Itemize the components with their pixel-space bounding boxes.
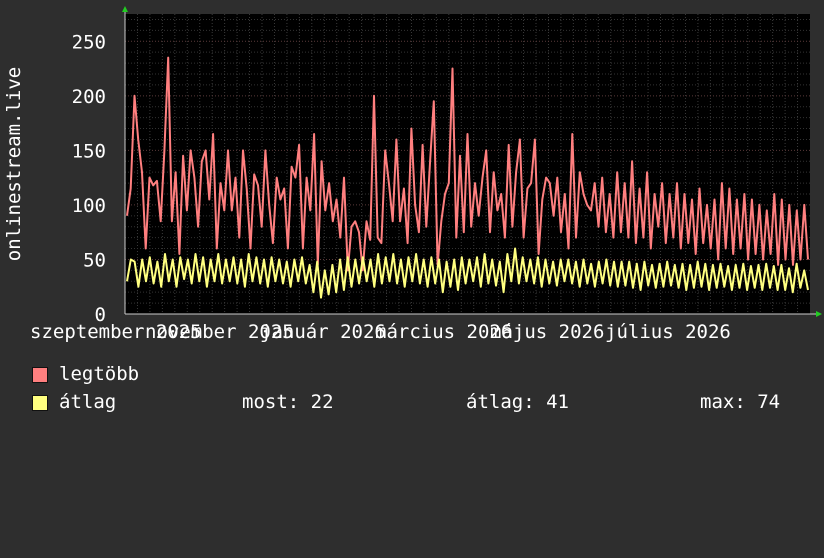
legend-label-max: legtöbb	[59, 363, 140, 385]
y-tick-label: 200	[72, 86, 106, 108]
y-axis-title: onlinestream.live	[3, 67, 25, 261]
x-axis-arrow	[816, 311, 822, 317]
y-tick-label: 250	[72, 31, 106, 53]
line-chart: 050100150200250onlinestream.liveszeptemb…	[3, 6, 822, 343]
stat-max-label: max:	[700, 391, 746, 413]
legend-row-max: legtöbb	[32, 362, 802, 386]
stat-max: max: 74	[700, 390, 780, 414]
legend-row-avg: átlag most: 22 átlag: 41 max: 74	[32, 390, 802, 414]
y-axis-arrow	[122, 6, 128, 12]
legend-label-avg: átlag	[59, 391, 117, 413]
x-tick-label: január 2026	[260, 321, 386, 343]
stat-avg-value: 41	[546, 391, 569, 413]
y-tick-label: 150	[72, 140, 106, 162]
y-tick-label: 100	[72, 195, 106, 217]
legend-swatch-avg	[32, 395, 48, 411]
y-tick-label: 50	[83, 249, 106, 271]
chart-stage: 0 50 100 150 200 250 onlinestream.live szeptemb…	[0, 0, 824, 430]
x-tick-label: május 2026	[490, 321, 604, 343]
x-tick-label: július 2026	[605, 321, 731, 343]
stat-max-value: 74	[757, 391, 781, 413]
stat-now-label: most:	[242, 391, 300, 413]
stat-now: most: 22	[242, 390, 334, 414]
stat-avg: átlag: 41	[466, 390, 569, 414]
stat-now-value: 22	[310, 391, 334, 413]
stat-avg-label: átlag:	[466, 391, 535, 413]
legend-swatch-max	[32, 367, 48, 383]
